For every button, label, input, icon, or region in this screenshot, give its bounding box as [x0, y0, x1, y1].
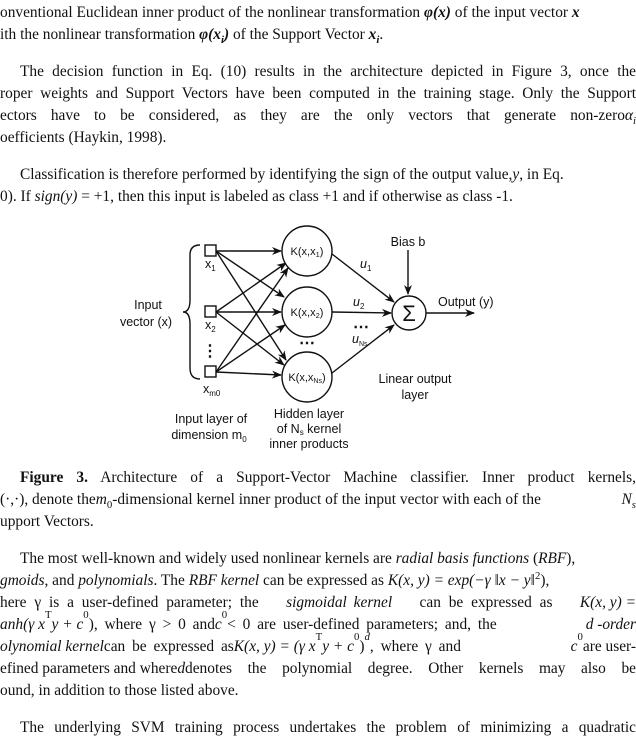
paragraph-4-line-1: The most well-known and widely used nonl… [20, 549, 636, 569]
text: d -order [585, 616, 636, 633]
input-label-1: x1 [205, 257, 216, 273]
input-brace [182, 244, 201, 380]
text: kernel [304, 422, 342, 436]
input-vector-label-2: vector (x) [120, 315, 172, 329]
text: c [570, 638, 578, 655]
text: 0 [242, 435, 247, 444]
text: , and [44, 572, 79, 589]
text: y + c [322, 638, 354, 655]
text: of N [277, 422, 300, 436]
figure-caption-line-2: (·,·), denote the m0 -dimensional kernel … [0, 490, 636, 510]
text: can be expressed as [103, 638, 234, 655]
text: ) [320, 307, 324, 319]
text: Ns [359, 341, 368, 348]
input-hidden-connections [215, 247, 289, 379]
text: m0 [209, 389, 221, 398]
text: RBF kernel [188, 572, 260, 589]
text: radial basis functions [395, 550, 530, 567]
math-sigmoid-lhs: K(x, y) = [579, 594, 636, 611]
text: d [177, 660, 186, 677]
text: K(x,x [291, 246, 317, 258]
input-vector-label-1: Input [134, 298, 162, 312]
text: efined parameters and where [0, 660, 178, 677]
paragraph-4-line-2: gmoids, and polynomials. The RBF kernel … [0, 570, 550, 591]
text: u [353, 295, 360, 309]
text: sigmoidal kernel [286, 594, 393, 611]
input-label-m0: xm0 [203, 382, 221, 398]
text: N [621, 491, 632, 508]
hidden-layer-label-1: Hidden layer [274, 407, 344, 421]
text: u [360, 257, 367, 271]
text: RBF [538, 550, 567, 567]
text: K(x,x [291, 307, 317, 319]
text: olynomial kernel [0, 638, 104, 655]
text: c [214, 616, 222, 633]
text: here γ is a user-defined parameter; the [0, 594, 259, 611]
input-label-2: x2 [205, 318, 216, 334]
input-vdots: ⋮ [202, 343, 218, 360]
text: 1 [367, 264, 372, 273]
text: ) [322, 372, 326, 384]
text: can be expressed as [419, 594, 553, 611]
bias-label: Bias b [391, 235, 426, 249]
text: . The [153, 572, 189, 589]
text: < 0 are user-defined parameters; and, th… [227, 616, 497, 633]
text: y + c [51, 616, 84, 633]
weight-label-1: u1 [360, 257, 372, 273]
text: denotes the polynomial degree. Other ker… [185, 660, 636, 677]
text: s [631, 499, 636, 512]
output-layer-label-2: layer [401, 388, 428, 402]
input-node-2 [204, 305, 217, 318]
paragraph-4-line-7: ound, in addition to those listed above. [0, 682, 239, 699]
text: m [95, 491, 107, 508]
text: are user- [582, 638, 636, 655]
output-layer-label-1: Linear output [379, 372, 453, 386]
text: ), where γ > 0 and [88, 616, 215, 633]
math-ns: Ns [622, 490, 636, 510]
text: ) [320, 246, 324, 258]
text: Architecture of a Support-Vector Machine… [87, 469, 636, 486]
math-m0: m0 [96, 490, 113, 510]
text: anh(γ x [0, 616, 45, 633]
hidden-layer-label-2: of Ns kernel [277, 422, 341, 437]
text: T [44, 609, 52, 621]
caption-label: Figure 3. [20, 469, 88, 486]
text: 2 [360, 302, 365, 311]
text: gmoids [0, 572, 45, 589]
paragraph-4-line-5: olynomial kernel can be expressed as K(x… [0, 632, 636, 657]
text: ), [566, 550, 576, 567]
figure-caption-line-1: Figure 3. Architecture of a Support-Vect… [20, 468, 636, 488]
text: u [352, 332, 359, 346]
text: dimension m [171, 428, 242, 442]
input-layer-label-2: dimension m0 [171, 428, 247, 444]
sum-symbol: Σ [402, 301, 416, 326]
text: 1 [211, 264, 216, 273]
input-node-m0 [204, 365, 217, 378]
math-rbf: K(x, y) = exp(−γ ‖x − y‖ [387, 572, 535, 589]
hidden-layer-label-3: inner products [269, 437, 348, 451]
text: polynomials [78, 572, 154, 589]
text: ), [540, 572, 550, 589]
figure-caption-line-3: upport Vectors. [0, 513, 94, 530]
text: , where γ and [369, 638, 461, 655]
text: 2 [211, 325, 216, 334]
input-node-1 [204, 244, 217, 257]
paragraph-4-line-3: here γ is a user-defined parameter; the … [0, 593, 636, 613]
text: K(x,x [288, 372, 314, 384]
input-layer-label-1: Input layer of [175, 412, 248, 426]
output-label: Output (y) [438, 295, 494, 309]
text: (·,·), denote the [0, 491, 96, 508]
paragraph-4-line-6: efined parameters and where d denotes th… [0, 659, 636, 679]
weight-label-2: u2 [353, 295, 365, 311]
text: -dimensional kernel inner product of the… [112, 491, 541, 508]
text: The most well-known and widely used nonl… [20, 550, 396, 567]
text: can be expressed as [259, 572, 388, 589]
hidden-dots: ⋯ [299, 335, 315, 352]
text: ( [529, 550, 539, 567]
math-poly: K(x, y) = (γ x [233, 638, 316, 655]
paragraph-5-line-1: The underlying SVM training process unde… [20, 719, 636, 736]
